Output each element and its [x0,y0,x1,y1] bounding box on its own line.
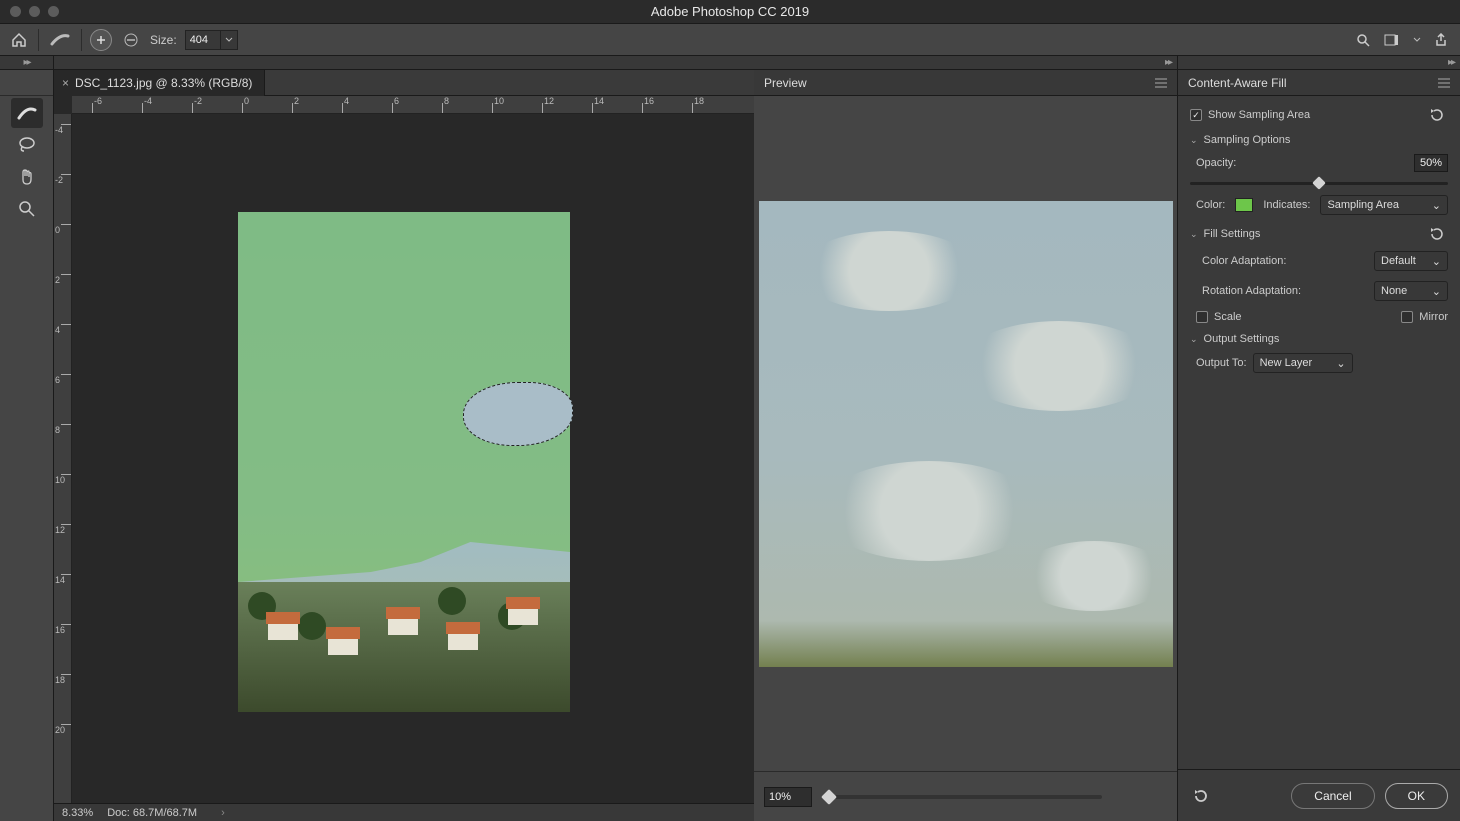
reset-all-icon[interactable] [1190,787,1212,805]
close-tab-icon[interactable]: × [62,76,69,90]
separator [38,29,39,51]
zoom-tool[interactable] [11,194,43,224]
home-button[interactable] [8,29,30,51]
scale-label: Scale [1214,311,1242,323]
rotation-adaptation-dropdown[interactable]: None ⌄ [1374,281,1448,301]
panel-menu-icon[interactable] [1155,78,1167,88]
status-doc-size[interactable]: Doc: 68.7M/68.7M [107,807,197,819]
cancel-button[interactable]: Cancel [1291,783,1374,809]
search-icon[interactable] [1352,29,1374,51]
options-bar: Size: [0,24,1460,56]
caf-bottom-bar: Cancel OK [1178,769,1460,821]
image-foreground [238,582,570,712]
indicates-value: Sampling Area [1327,199,1399,211]
selection-marquee [463,382,573,446]
brush-preview-icon[interactable] [47,29,73,51]
show-sampling-area-checkbox[interactable] [1190,109,1202,121]
caf-panel-title: Content-Aware Fill [1188,76,1286,90]
preview-zoom-slider[interactable] [822,795,1102,799]
tool-strip [0,70,54,821]
hand-tool[interactable] [11,162,43,192]
mirror-label: Mirror [1419,311,1448,323]
canvas-viewport[interactable] [72,114,754,803]
document-canvas [238,212,570,712]
collapse-tools-icon[interactable]: ▸▸ [23,57,29,68]
chevron-down-icon: ⌄ [1432,285,1441,298]
scale-checkbox[interactable] [1196,311,1208,323]
preview-zoom-bar [754,771,1177,821]
chevron-down-icon: ⌄ [1432,255,1441,268]
add-to-sampling-button[interactable] [90,29,112,51]
workspace-caret-icon[interactable] [1412,29,1422,51]
document-status-bar: 8.33% Doc: 68.7M/68.7M › [54,803,754,821]
mirror-checkbox[interactable] [1401,311,1413,323]
rotation-adaptation-value: None [1381,285,1407,297]
panel-menu-icon[interactable] [1438,78,1450,88]
collapse-preview-icon[interactable]: ▸▸ [1165,57,1171,68]
chevron-down-icon: ⌄ [1432,199,1441,212]
output-settings-section[interactable]: ⌄ Output Settings [1190,333,1448,345]
reset-sampling-icon[interactable] [1426,106,1448,124]
lasso-tool[interactable] [11,130,43,160]
color-adaptation-dropdown[interactable]: Default ⌄ [1374,251,1448,271]
fill-settings-section[interactable]: ⌄ Fill Settings [1190,225,1448,243]
grip-strip: ▸▸ ▸▸ ▸▸ [0,56,1460,70]
preview-panel-title: Preview [764,76,807,90]
chevron-down-icon: ⌄ [1190,334,1198,345]
brush-size-input[interactable] [185,30,221,50]
rotation-adaptation-label: Rotation Adaptation: [1202,285,1301,297]
opacity-label: Opacity: [1196,157,1236,169]
ok-button[interactable]: OK [1385,783,1448,809]
document-tabs: × DSC_1123.jpg @ 8.33% (RGB/8) [54,70,754,96]
opacity-slider[interactable] [1190,182,1448,185]
sampling-options-label: Sampling Options [1204,134,1291,146]
sampling-options-section[interactable]: ⌄ Sampling Options [1190,134,1448,146]
separator [81,29,82,51]
preview-zoom-input[interactable] [764,787,812,807]
output-to-value: New Layer [1260,357,1313,369]
color-adaptation-label: Color Adaptation: [1202,255,1286,267]
document-tab-title: DSC_1123.jpg @ 8.33% (RGB/8) [75,76,252,90]
status-caret-icon[interactable]: › [221,807,225,819]
preview-panel: Preview [754,70,1178,821]
workspace-switcher[interactable] [1382,29,1404,51]
status-zoom[interactable]: 8.33% [62,807,93,819]
brush-size-dropdown[interactable] [220,30,238,50]
show-sampling-area-label: Show Sampling Area [1208,109,1310,121]
brush-size-label: Size: [150,33,177,47]
chevron-down-icon: ⌄ [1190,229,1198,240]
window-titlebar: Adobe Photoshop CC 2019 [0,0,1460,24]
output-to-dropdown[interactable]: New Layer ⌄ [1253,353,1353,373]
color-adaptation-value: Default [1381,255,1416,267]
chevron-down-icon: ⌄ [1190,135,1198,146]
content-aware-fill-panel: Content-Aware Fill Show Sampling Area ⌄ … [1178,70,1460,821]
collapse-rightpanel-icon[interactable]: ▸▸ [1448,57,1454,68]
chevron-down-icon: ⌄ [1336,357,1345,370]
vertical-ruler: -4-202468101214161820 [54,114,72,803]
preview-image[interactable] [759,201,1173,667]
output-settings-label: Output Settings [1204,333,1280,345]
color-label: Color: [1196,199,1225,211]
sampling-color-swatch[interactable] [1235,198,1253,212]
app-title: Adobe Photoshop CC 2019 [0,4,1460,19]
document-tab[interactable]: × DSC_1123.jpg @ 8.33% (RGB/8) [54,70,265,96]
indicates-label: Indicates: [1263,199,1310,211]
document-area: × DSC_1123.jpg @ 8.33% (RGB/8) -6-4-2024… [54,70,754,821]
share-icon[interactable] [1430,29,1452,51]
sampling-brush-tool[interactable] [11,98,43,128]
output-to-label: Output To: [1196,357,1247,369]
fill-settings-label: Fill Settings [1204,228,1261,240]
subtract-from-sampling-button[interactable] [120,29,142,51]
reset-fill-icon[interactable] [1426,225,1448,243]
horizontal-ruler: -6-4-2024681012141618 [72,96,754,114]
opacity-input[interactable] [1414,154,1448,172]
indicates-dropdown[interactable]: Sampling Area ⌄ [1320,195,1448,215]
